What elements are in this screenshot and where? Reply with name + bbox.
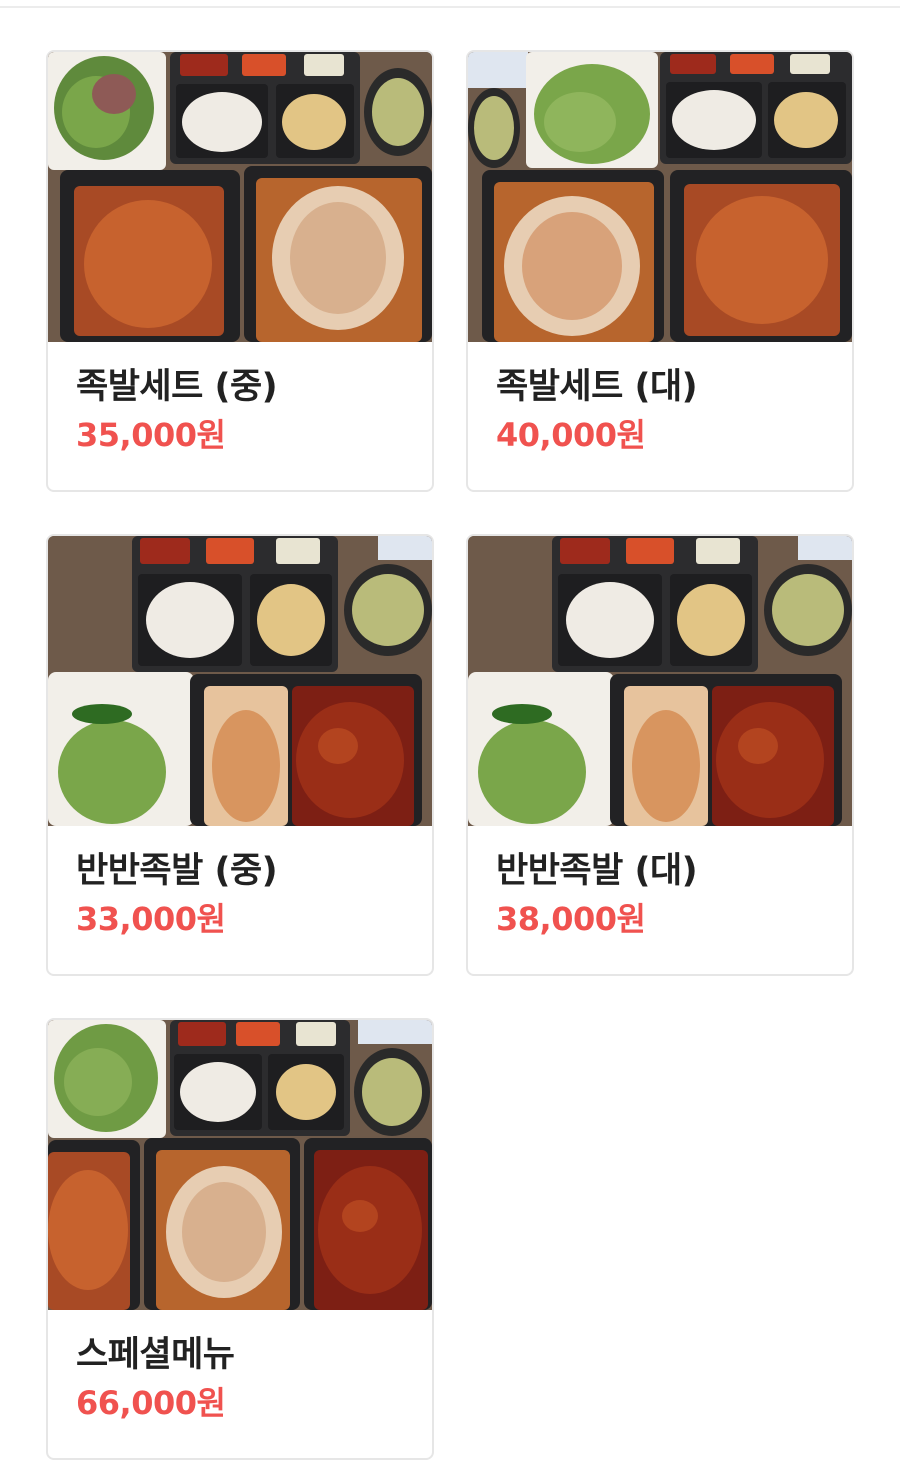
menu-card-banban-jokbal-medium[interactable]: 반반족발 (중) 33,000원 (46, 534, 434, 976)
food-photo (48, 52, 432, 342)
menu-item-name: 족발세트 (중) (76, 367, 278, 407)
menu-item-price: 40,000원 (496, 416, 646, 454)
menu-item-name: 반반족발 (대) (496, 851, 698, 891)
card-body: 족발세트 (대) 40,000원 (468, 342, 852, 460)
menu-grid: 족발세트 (중) 35,000원 족발세트 (대) 40,000원 반반족발 (… (46, 50, 854, 1460)
food-photo (468, 536, 852, 826)
menu-card-jokbal-set-medium[interactable]: 족발세트 (중) 35,000원 (46, 50, 434, 492)
menu-item-price: 38,000원 (496, 900, 646, 938)
top-divider (0, 6, 900, 8)
menu-item-price: 66,000원 (76, 1384, 226, 1422)
menu-card-banban-jokbal-large[interactable]: 반반족발 (대) 38,000원 (466, 534, 854, 976)
food-photo (468, 52, 852, 342)
card-body: 스페셜메뉴 66,000원 (48, 1310, 432, 1428)
card-body: 반반족발 (중) 33,000원 (48, 826, 432, 944)
food-photo (48, 1020, 432, 1310)
menu-item-price: 33,000원 (76, 900, 226, 938)
menu-item-name: 족발세트 (대) (496, 367, 698, 407)
menu-item-name: 스페셜메뉴 (76, 1335, 235, 1375)
menu-item-price: 35,000원 (76, 416, 226, 454)
card-body: 반반족발 (대) 38,000원 (468, 826, 852, 944)
food-photo (48, 536, 432, 826)
menu-item-name: 반반족발 (중) (76, 851, 278, 891)
menu-card-jokbal-set-large[interactable]: 족발세트 (대) 40,000원 (466, 50, 854, 492)
menu-card-special[interactable]: 스페셜메뉴 66,000원 (46, 1018, 434, 1460)
card-body: 족발세트 (중) 35,000원 (48, 342, 432, 460)
